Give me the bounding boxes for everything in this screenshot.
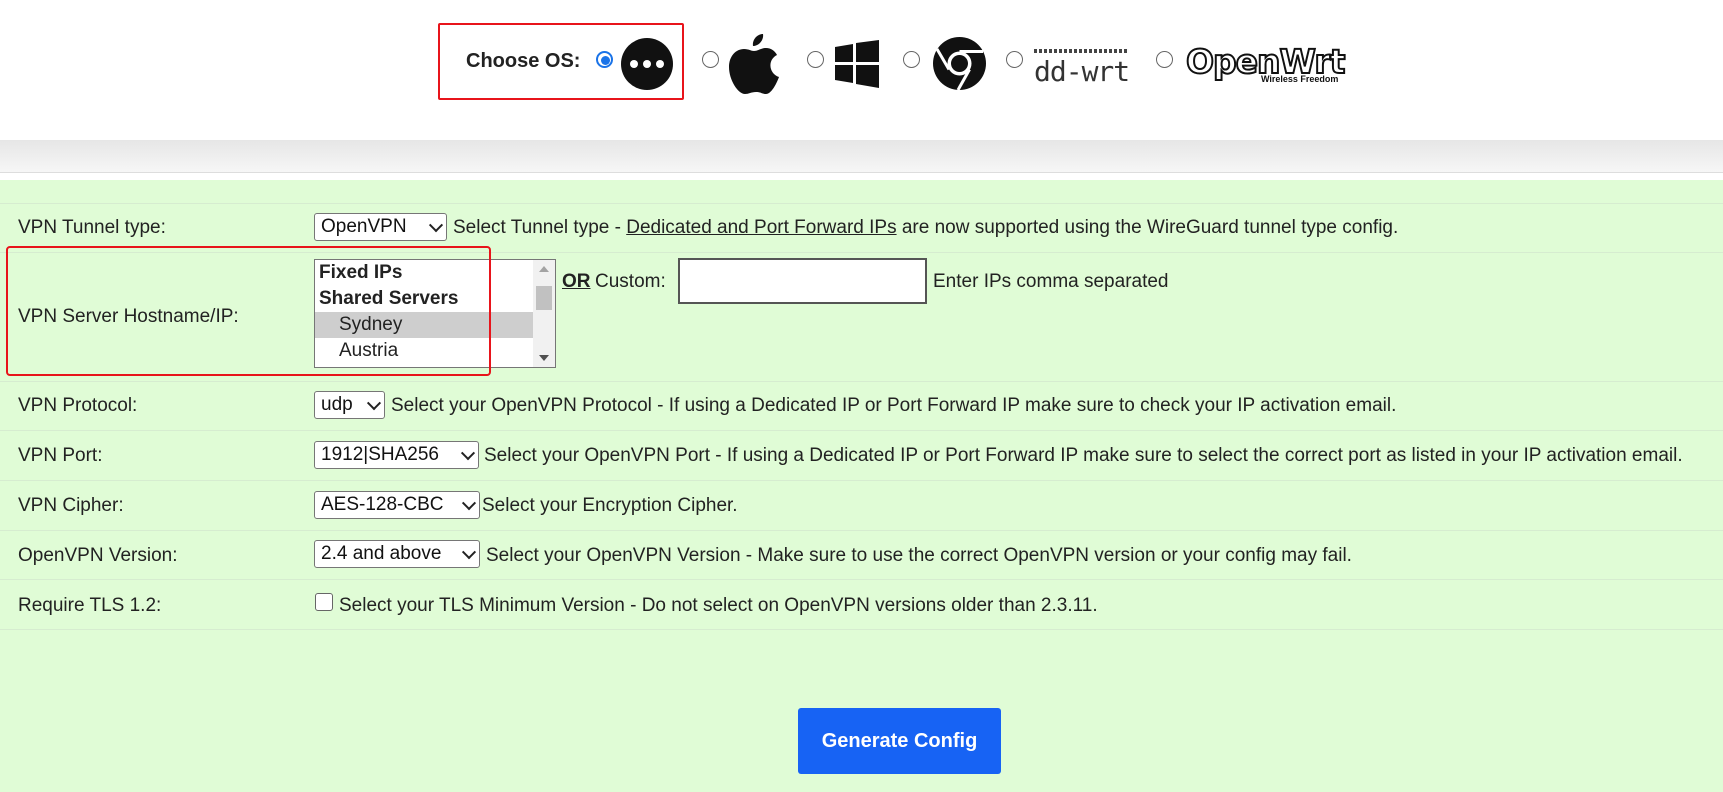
- os-radio-openwrt[interactable]: [1156, 51, 1173, 68]
- tunnel-type-label: VPN Tunnel type:: [18, 217, 166, 238]
- ddwrt-logo-stripes: [1034, 49, 1130, 53]
- choose-os-label: Choose OS:: [466, 50, 581, 72]
- protocol-select[interactable]: udp: [314, 391, 385, 419]
- cipher-select[interactable]: AES-128-CBC: [314, 491, 480, 519]
- chrome-icon[interactable]: [932, 36, 987, 91]
- os-chooser-bar: Choose OS: dd-wrt OpenWrt Wireless Freed…: [0, 0, 1723, 140]
- dedicated-ips-link[interactable]: Dedicated and Port Forward IPs: [626, 217, 896, 238]
- require-tls-description: Select your TLS Minimum Version - Do not…: [339, 595, 1098, 616]
- custom-label: Custom:: [595, 271, 666, 292]
- scroll-down-arrow-icon[interactable]: [539, 355, 549, 361]
- tunnel-desc-text-end: are now supported using the WireGuard tu…: [896, 217, 1399, 238]
- require-tls-checkbox[interactable]: [315, 593, 333, 611]
- scroll-up-arrow-icon[interactable]: [539, 266, 549, 272]
- cipher-description: Select your Encryption Cipher.: [482, 495, 738, 516]
- chevron-down-icon: [461, 496, 477, 511]
- port-label: VPN Port:: [18, 445, 103, 466]
- cipher-value: AES-128-CBC: [321, 494, 444, 515]
- openvpn-version-value: 2.4 and above: [321, 543, 442, 564]
- scrollbar-thumb[interactable]: [536, 286, 552, 310]
- windows-icon[interactable]: [835, 40, 879, 88]
- tunnel-type-description: Select Tunnel type - Dedicated and Port …: [453, 217, 1398, 239]
- row-divider: [0, 480, 1723, 481]
- custom-ips-input[interactable]: [678, 258, 927, 304]
- openvpn-version-description: Select your OpenVPN Version - Make sure …: [486, 545, 1352, 566]
- row-divider: [0, 430, 1723, 431]
- protocol-value: udp: [321, 394, 353, 415]
- openvpn-version-select[interactable]: 2.4 and above: [314, 540, 480, 568]
- protocol-description: Select your OpenVPN Protocol - If using …: [391, 395, 1397, 416]
- more-dots-icon[interactable]: [621, 38, 673, 90]
- row-divider: [0, 530, 1723, 531]
- os-radio-chromeos[interactable]: [903, 51, 920, 68]
- tunnel-type-value: OpenVPN: [321, 216, 407, 237]
- listbox-scrollbar[interactable]: [533, 260, 555, 367]
- chevron-down-icon: [366, 396, 382, 411]
- chevron-down-icon: [428, 218, 444, 233]
- row-divider: [0, 579, 1723, 580]
- tunnel-type-select[interactable]: OpenVPN: [314, 213, 447, 241]
- port-value: 1912|SHA256: [321, 444, 439, 465]
- generate-config-button[interactable]: Generate Config: [798, 708, 1001, 774]
- port-description: Select your OpenVPN Port - If using a De…: [484, 445, 1683, 466]
- chevron-down-icon: [461, 545, 477, 560]
- ddwrt-logo-text: dd-wrt: [1034, 55, 1130, 88]
- tunnel-desc-text: Select Tunnel type -: [453, 217, 627, 238]
- header-divider-shade: [0, 140, 1723, 173]
- custom-ips-hint: Enter IPs comma separated: [933, 271, 1169, 292]
- os-radio-macos[interactable]: [702, 51, 719, 68]
- chevron-down-icon: [460, 446, 476, 461]
- apple-icon[interactable]: [727, 32, 781, 96]
- or-text: OR: [562, 271, 591, 292]
- os-radio-other[interactable]: [596, 51, 613, 68]
- require-tls-label: Require TLS 1.2:: [18, 595, 162, 616]
- port-select[interactable]: 1912|SHA256: [314, 441, 479, 469]
- protocol-label: VPN Protocol:: [18, 395, 138, 416]
- os-radio-windows[interactable]: [807, 51, 824, 68]
- row-divider: [0, 381, 1723, 382]
- os-radio-ddwrt[interactable]: [1006, 51, 1023, 68]
- ddwrt-logo[interactable]: dd-wrt: [1034, 49, 1130, 88]
- row-divider: [0, 629, 1723, 630]
- row-divider: [0, 203, 1723, 204]
- cipher-label: VPN Cipher:: [18, 495, 124, 516]
- openvpn-version-label: OpenVPN Version:: [18, 545, 178, 566]
- openwrt-logo[interactable]: OpenWrt Wireless Freedom: [1185, 44, 1346, 84]
- server-highlight-box: [6, 246, 491, 376]
